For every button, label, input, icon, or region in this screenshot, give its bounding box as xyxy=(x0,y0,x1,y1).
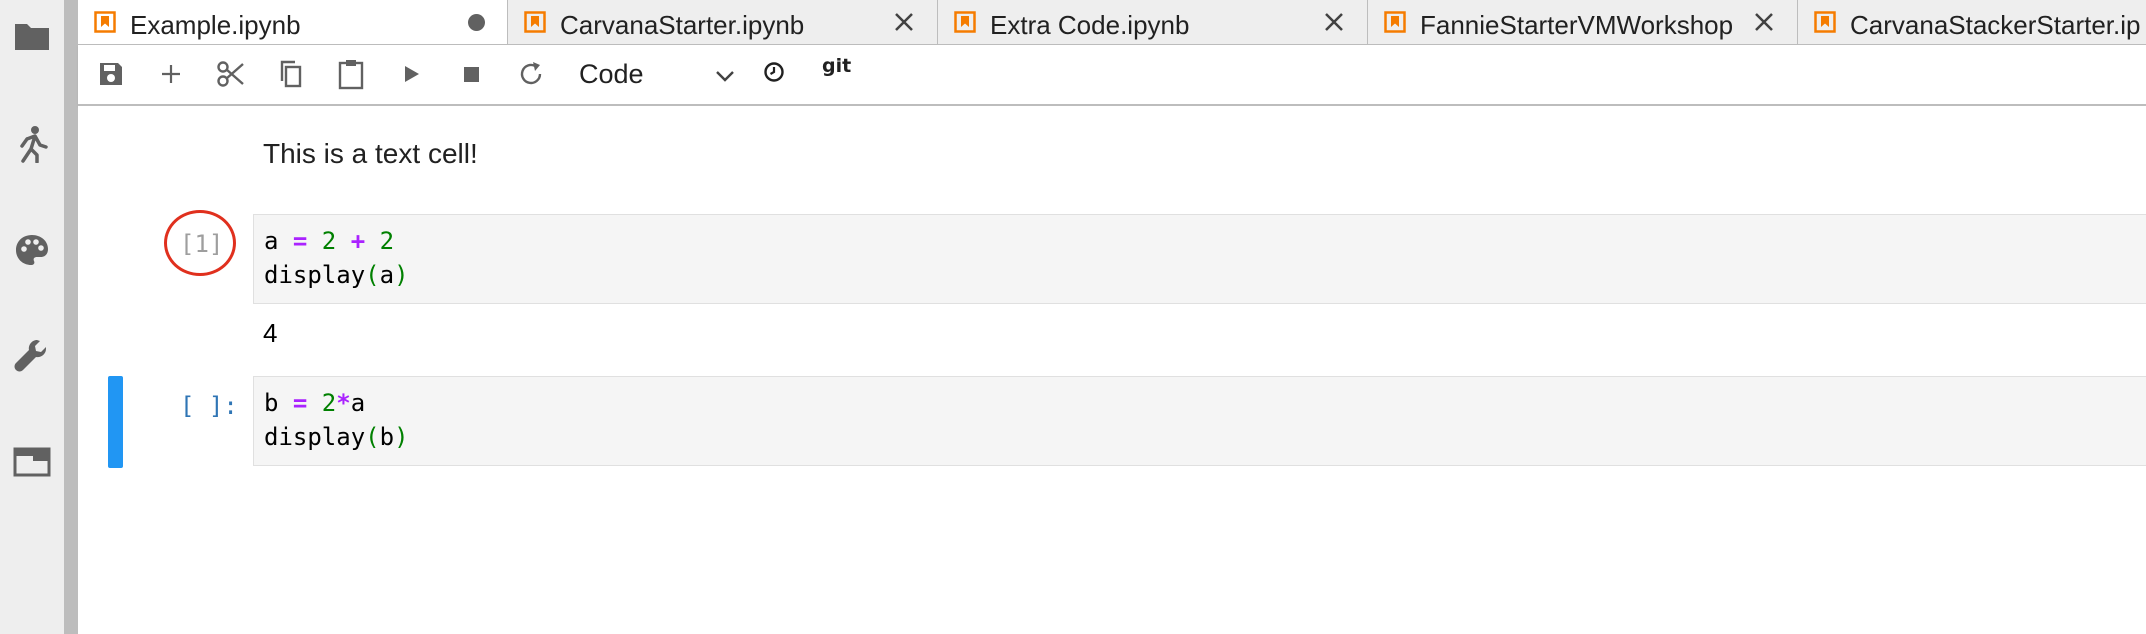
tab-extra-code-ipynb[interactable]: Extra Code.ipynb xyxy=(938,0,1368,44)
close-icon[interactable] xyxy=(1753,11,1775,33)
markdown-cell[interactable]: This is a text cell! xyxy=(263,138,478,170)
notebook-toolbar: Code git xyxy=(78,45,2146,106)
scissors-icon[interactable] xyxy=(215,58,247,90)
code-line: display(a) xyxy=(264,261,409,289)
code-line: a = 2 + 2 xyxy=(264,227,395,255)
save-icon[interactable] xyxy=(95,58,127,90)
tab-label: Extra Code.ipynb xyxy=(990,10,1190,40)
git-button[interactable]: git xyxy=(822,55,851,77)
tab-carvanastackerstarter[interactable]: CarvanaStackerStarter.ip xyxy=(1798,0,2146,44)
tab-label: CarvanaStarter.ipynb xyxy=(560,10,805,40)
folder-icon[interactable] xyxy=(12,16,52,56)
cell-2-prompt: [ ]: xyxy=(180,392,238,420)
close-icon[interactable] xyxy=(1323,11,1345,33)
chevron-down-icon xyxy=(716,71,734,82)
tab-label: Example.ipynb xyxy=(130,10,301,40)
active-cell-indicator xyxy=(108,376,123,468)
tab-example-ipynb[interactable]: Example.ipynb xyxy=(78,0,508,44)
code-line: b = 2*a xyxy=(264,389,366,417)
tab-label: CarvanaStackerStarter.ip xyxy=(1850,10,2141,40)
clock-icon[interactable] xyxy=(758,56,790,88)
run-icon[interactable] xyxy=(395,58,427,90)
stop-icon[interactable] xyxy=(455,58,487,90)
cell-type-dropdown[interactable]: Code xyxy=(571,57,736,93)
notebook-file-icon xyxy=(524,11,546,33)
activity-bar xyxy=(0,0,64,634)
plus-icon[interactable] xyxy=(155,58,187,90)
restart-icon[interactable] xyxy=(515,58,547,90)
notebook-file-icon xyxy=(1384,11,1406,33)
wrench-icon[interactable] xyxy=(12,336,52,376)
notebook-file-icon xyxy=(94,11,116,33)
tab-carvanastarter-ipynb[interactable]: CarvanaStarter.ipynb xyxy=(508,0,938,44)
copy-icon[interactable] xyxy=(275,58,307,90)
tab-bar: Example.ipynb CarvanaStarter.ipynb Extra… xyxy=(78,0,2146,45)
code-line: display(b) xyxy=(264,423,409,451)
palette-icon[interactable] xyxy=(12,230,52,270)
close-icon[interactable] xyxy=(893,11,915,33)
code-cell-2-input[interactable]: b = 2*a display(b) xyxy=(253,376,2146,466)
unsaved-dot-icon[interactable] xyxy=(468,14,485,31)
cell-1-output: 4 xyxy=(263,318,278,348)
code-cell-1-input[interactable]: a = 2 + 2 display(a) xyxy=(253,214,2146,304)
cell-type-value: Code xyxy=(579,59,644,89)
tabs-icon[interactable] xyxy=(12,442,52,482)
notebook-panel: This is a text cell! [1] a = 2 + 2 displ… xyxy=(78,106,2146,634)
running-icon[interactable] xyxy=(12,124,52,164)
notebook-file-icon xyxy=(954,11,976,33)
activity-bar-divider xyxy=(64,0,78,634)
notebook-file-icon xyxy=(1814,11,1836,33)
tab-fanniestartervmworkshop[interactable]: FannieStarterVMWorkshop xyxy=(1368,0,1798,44)
paste-icon[interactable] xyxy=(335,58,367,90)
tab-label: FannieStarterVMWorkshop xyxy=(1420,10,1734,40)
annotation-circle xyxy=(164,210,236,276)
